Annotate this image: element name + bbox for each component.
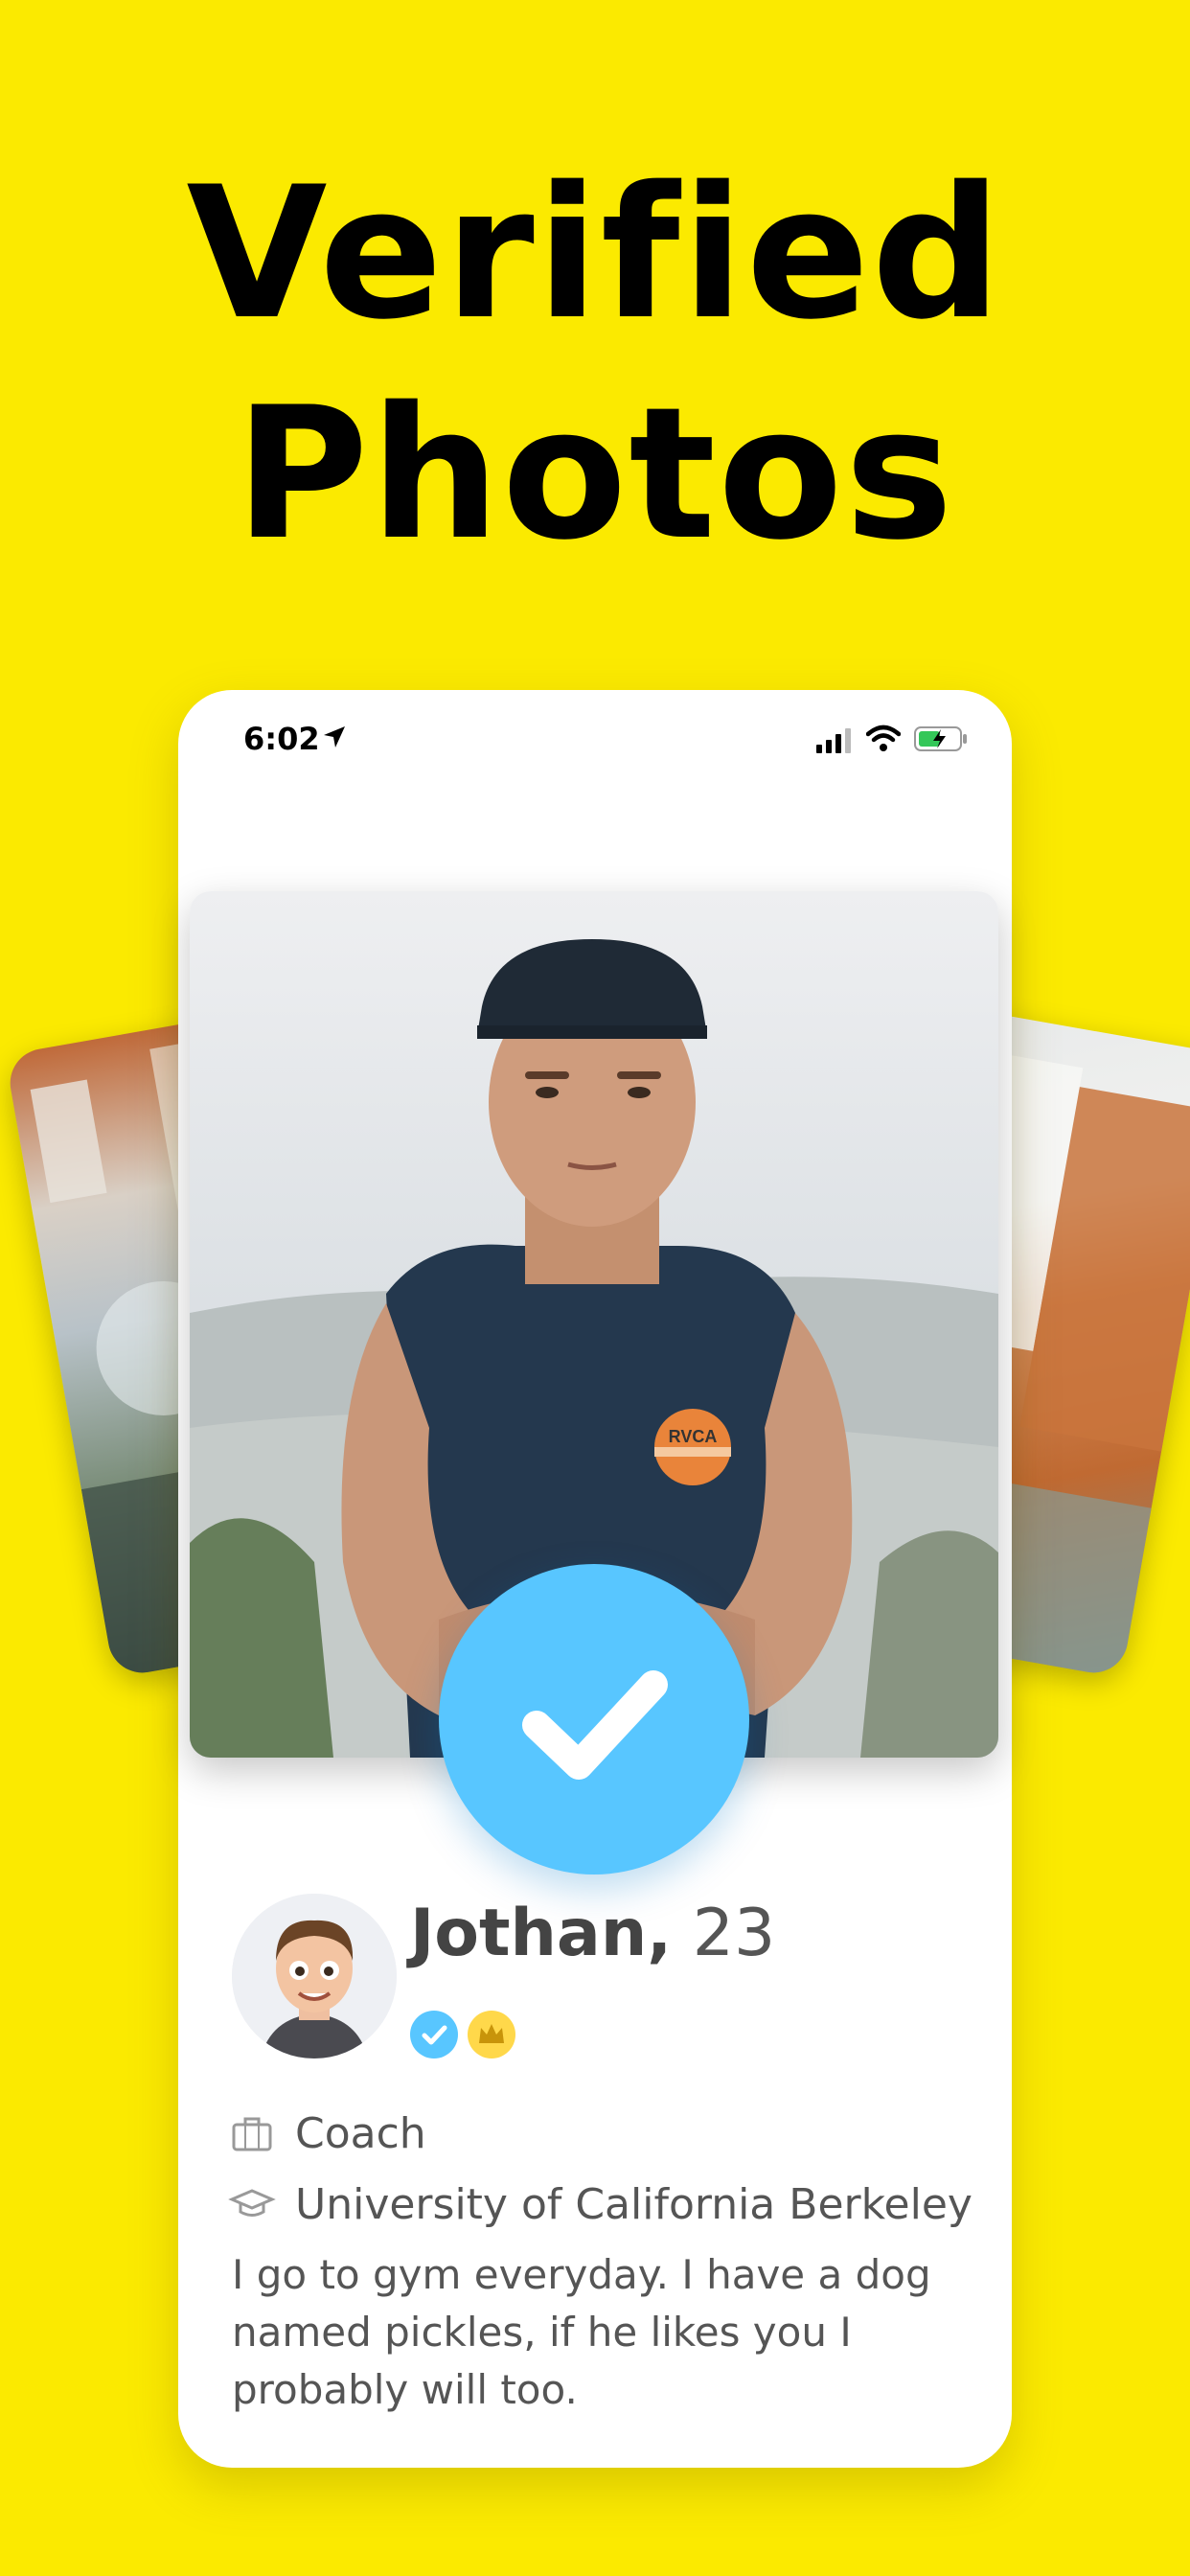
profile-age: 23 bbox=[692, 1896, 776, 1971]
profile-name-text: Jothan, bbox=[410, 1896, 673, 1971]
verified-check-button[interactable] bbox=[439, 1564, 749, 1874]
headline-line1: Verified bbox=[186, 148, 1004, 359]
school-text: University of California Berkeley bbox=[295, 2179, 973, 2229]
status-bar: 6:02 bbox=[178, 690, 1012, 786]
checkmark-icon bbox=[522, 1670, 668, 1780]
verified-badge-icon bbox=[410, 2011, 458, 2058]
briefcase-icon bbox=[232, 2117, 272, 2151]
avatar[interactable] bbox=[232, 1894, 397, 2058]
battery-charging-icon bbox=[914, 726, 968, 756]
job-text: Coach bbox=[295, 2108, 426, 2158]
crown-icon bbox=[468, 2011, 515, 2058]
location-arrow-icon bbox=[322, 724, 347, 754]
headline: Verified Photos bbox=[0, 144, 1190, 585]
graduation-cap-icon bbox=[228, 2189, 276, 2217]
job-row: Coach bbox=[228, 2104, 426, 2162]
wifi-icon bbox=[865, 724, 902, 758]
profile-name: Jothan, 23 bbox=[410, 1896, 775, 1971]
headline-line2: Photos bbox=[235, 368, 955, 580]
signal-bars-icon bbox=[816, 728, 855, 758]
shirt-logo-text: RVCA bbox=[669, 1427, 718, 1446]
profile-bio: I go to gym everyday. I have a dog named… bbox=[232, 2251, 931, 2413]
school-row: University of California Berkeley bbox=[228, 2175, 973, 2233]
status-time: 6:02 bbox=[243, 721, 320, 757]
